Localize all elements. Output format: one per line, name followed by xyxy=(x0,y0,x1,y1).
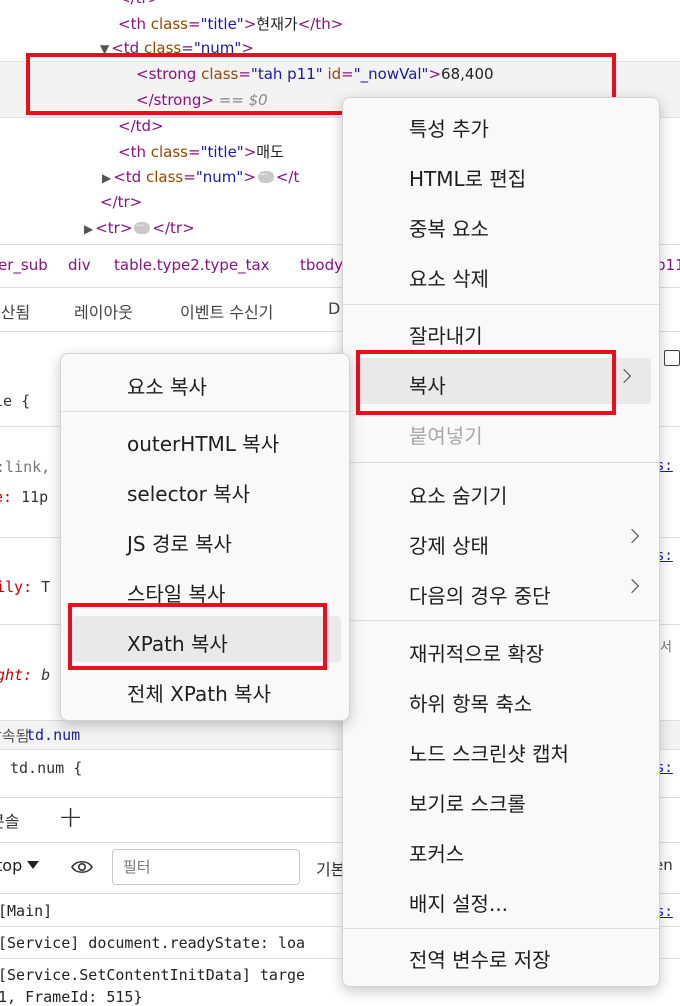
console-message: 1, FrameId: 515} xyxy=(0,988,143,1006)
expand-triangle-icon[interactable]: ▶ xyxy=(102,171,111,185)
chevron-down-icon xyxy=(27,861,40,869)
tree-line-tr-close[interactable]: </tr> xyxy=(100,192,142,212)
expand-triangle-icon[interactable]: ▶ xyxy=(84,222,93,236)
tab-computed[interactable]: 계산됨 xyxy=(0,299,30,323)
menu-item-delete-element[interactable]: 요소 삭제 xyxy=(343,251,659,297)
menu-item-scroll-into-view[interactable]: 보기로 스크롤 xyxy=(343,776,659,822)
tree-line-td-close[interactable]: </td> xyxy=(118,116,164,136)
console-message: [Service.SetContentInitData] targe xyxy=(0,966,306,984)
style-rule-selector: :link, xyxy=(0,458,51,476)
menu-item-store-as-global-variable[interactable]: 전역 변수로 저장 xyxy=(343,932,659,978)
style-rule-selector: le { xyxy=(0,392,31,410)
tab-layout[interactable]: 레이아웃 xyxy=(74,299,133,323)
chevron-right-icon xyxy=(624,578,640,594)
console-filter[interactable] xyxy=(112,849,300,885)
menu-separator xyxy=(343,928,659,929)
menu-item-collapse-children[interactable]: 하위 항목 축소 xyxy=(343,676,659,722)
menu-item-copy-outerhtml[interactable]: outerHTML 복사 xyxy=(61,416,349,462)
style-property[interactable]: ily: T xyxy=(0,578,50,596)
menu-item-hide-element[interactable]: 요소 숨기기 xyxy=(343,468,659,514)
ellipsis-badge-icon[interactable] xyxy=(257,165,274,185)
eye-icon[interactable] xyxy=(70,855,94,879)
breadcrumb-item[interactable]: div xyxy=(68,256,91,274)
breadcrumb-item[interactable]: er_sub xyxy=(0,256,48,274)
menu-item-force-state[interactable]: 강제 상태 xyxy=(343,518,659,564)
inherited-selector-link[interactable]: td.num xyxy=(26,726,80,744)
menu-item-copy-element[interactable]: 요소 복사 xyxy=(61,359,349,405)
menu-item-badge-settings[interactable]: 배지 설정... xyxy=(343,876,659,922)
menu-item-cut[interactable]: 잘라내기 xyxy=(343,308,659,354)
tree-line-tr-collapsed[interactable]: ▶<tr></tr> xyxy=(84,216,195,239)
tab-event-listeners[interactable]: 이벤트 수신기 xyxy=(180,299,273,323)
filter-input[interactable] xyxy=(121,857,285,877)
context-selector[interactable]: top xyxy=(0,856,40,875)
menu-item-expand-recursively[interactable]: 재귀적으로 확장 xyxy=(343,626,659,672)
menu-item-capture-node-screenshot[interactable]: 노드 스크린샷 캡처 xyxy=(343,726,659,772)
menu-separator xyxy=(343,304,659,305)
tree-line-th-title[interactable]: <th class="title">현재가</th> xyxy=(118,14,343,34)
menu-item-copy-js-path[interactable]: JS 경로 복사 xyxy=(61,516,349,562)
menu-item-copy-full-xpath[interactable]: 전체 XPath 복사 xyxy=(61,666,349,712)
ellipsis-badge-icon[interactable] xyxy=(134,216,151,236)
annotation-highlight-box xyxy=(356,350,616,415)
menu-item-copy-selector[interactable]: selector 복사 xyxy=(61,466,349,512)
style-property[interactable]: e: 11p xyxy=(0,488,48,506)
tree-line-th-title-2[interactable]: <th class="title">매도 xyxy=(118,142,284,162)
chevron-right-icon xyxy=(616,368,632,384)
context-menu: 특성 추가 HTML로 편집 중복 요소 요소 삭제 잘라내기 복사 붙여넣기 … xyxy=(342,97,660,987)
style-property[interactable]: ght: b xyxy=(0,666,50,684)
menu-separator xyxy=(343,462,659,463)
tree-line-tr-partial: </tr> xyxy=(118,0,160,8)
menu-item-focus[interactable]: 포커스 xyxy=(343,826,659,872)
breadcrumb-item[interactable]: table.type2.type_tax xyxy=(114,256,270,274)
menu-item-duplicate-element[interactable]: 중복 요소 xyxy=(343,201,659,247)
menu-item-edit-as-html[interactable]: HTML로 편집 xyxy=(343,151,659,197)
annotation-highlight-box xyxy=(68,603,327,670)
tab-console[interactable]: 콘솔 xyxy=(0,808,19,832)
chevron-right-icon xyxy=(624,528,640,544)
toggle-sidebar-icon[interactable] xyxy=(664,350,680,366)
tab-dom-breakpoints[interactable]: D xyxy=(328,299,340,318)
add-tab-button[interactable]: + xyxy=(58,800,83,835)
console-message: [Main] xyxy=(0,902,53,920)
style-rule-selector: td.num { xyxy=(10,759,83,777)
menu-item-add-attribute[interactable]: 특성 추가 xyxy=(343,101,659,147)
menu-item-break-on[interactable]: 다음의 경우 중단 xyxy=(343,568,659,614)
breadcrumb-item[interactable]: tbody xyxy=(300,256,343,274)
menu-separator xyxy=(61,411,349,412)
menu-separator xyxy=(343,620,659,621)
console-message: [Service] document.readyState: loa xyxy=(0,934,306,952)
tree-line-td-num-2[interactable]: ▶<td class="num"></t xyxy=(102,165,299,188)
